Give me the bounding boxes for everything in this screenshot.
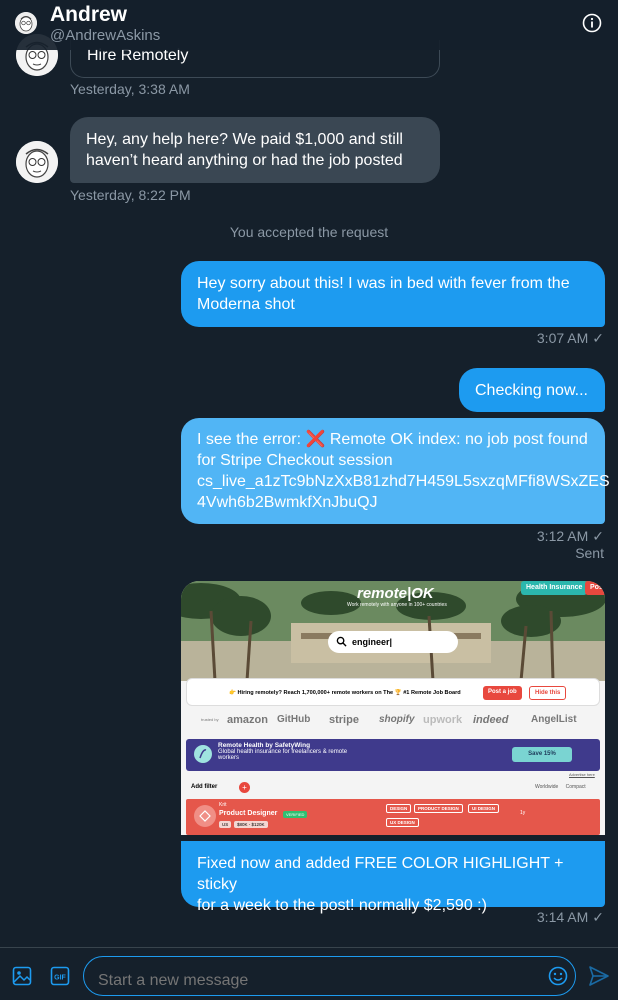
message-timestamp: 3:07 AM [536,330,589,346]
job-age: 1y [520,810,526,816]
compact-toggle: Compact [565,784,586,790]
message-text-line: Fixed now and added FREE COLOR HIGHLIGHT… [197,855,564,893]
job-tag: UI DESIGN [468,804,500,813]
hiring-banner: 👉 Hiring remotely? Reach 1,700,000+ remo… [186,678,600,706]
message-timestamp: Yesterday, 3:38 AM [70,81,190,97]
post-tag: Post [585,581,605,595]
post-job-button: Post a job [483,686,522,700]
outgoing-message[interactable]: Hey sorry about this! I was in bed with … [181,261,605,327]
emoji-icon[interactable] [548,966,568,986]
hiring-text: 👉 Hiring remotely? Reach 1,700,000+ remo… [229,690,461,696]
message-text-line: I see the error: ❌ Remote OK index: no j… [197,431,588,448]
message-text-line: Moderna shot [197,296,295,313]
trusted-logos: trusted by amazon GitHub stripe shopify … [201,712,601,730]
avatar-illustration-icon [15,12,37,34]
image-tagline: Work remotely with anyone in 100+ countr… [347,602,447,608]
message-timestamp: Yesterday, 8:22 PM [70,187,191,203]
verified-badge: VERIFIED [283,811,308,818]
outgoing-message[interactable]: I see the error: ❌ Remote OK index: no j… [181,418,610,524]
conversation-header: Andrew @AndrewAskins [0,0,618,50]
image-icon[interactable] [12,966,32,986]
company-logo: indeed [473,714,509,726]
system-message: You accepted the request [229,224,389,240]
job-tag: UX DESIGN [386,818,419,827]
company-logo: upwork [423,714,463,726]
incoming-message[interactable]: Hey, any help here? We paid $1,000 and s… [70,117,440,183]
message-status: Sent [575,545,604,561]
company-logo: shopify [379,714,415,725]
send-icon[interactable] [588,965,610,987]
outgoing-message[interactable]: Fixed now and added FREE COLOR HIGHLIGHT… [181,841,605,914]
company-logo: stripe [329,714,359,726]
trusted-by-label: trusted by [201,717,219,722]
worldwide-toggle: Worldwide [535,784,559,790]
add-filter-label: Add filter [191,784,218,790]
contact-name[interactable]: Andrew [50,3,127,27]
add-filter-plus-icon: + [239,782,250,793]
message-text-line: Hey sorry about this! I was in bed with … [197,275,570,292]
job-title: Product Designer [219,810,278,817]
message-text-line: 4Vwh6b2BwmkfXnJbuQJ [197,494,378,511]
message-input[interactable] [83,956,576,996]
message-meta: 3:14 AM ✓ [400,909,604,926]
job-location: US [219,821,232,828]
message-text-line: haven’t heard anything or had the job po… [86,152,403,169]
message-meta: 3:12 AM ✓ [400,528,604,545]
avatar-illustration-icon [16,141,58,183]
safetywing-ad: Remote Health by SafetyWing Global healt… [186,739,600,771]
remoteok-logo: remote|OK [357,585,434,602]
info-icon[interactable] [582,13,602,33]
company-logo: GitHub [277,714,311,725]
attached-image[interactable]: remote|OK Work remotely with anyone in 1… [181,581,605,835]
checkmark-icon: ✓ [592,528,604,544]
job-salary: $80K - $120K [234,821,268,828]
message-timestamp: 3:14 AM [536,909,589,925]
job-company: Krit [219,802,227,808]
health-insurance-tag: Health Insurance [521,581,588,595]
message-composer: GIF [0,947,618,1000]
contact-handle[interactable]: @AndrewAskins [50,27,160,44]
checkmark-icon: ✓ [592,330,604,346]
company-logo-icon [194,805,216,827]
image-search-box: engineer| [328,631,458,653]
job-tag: DESIGN [386,804,412,813]
header-avatar[interactable] [15,12,37,34]
hide-this-button: Hide this [529,686,567,700]
job-row: Krit Product Designer VERIFIED US $80K -… [186,799,600,835]
gif-icon[interactable]: GIF [50,966,70,986]
search-value: engineer| [352,637,393,647]
job-tag: PRODUCT DESIGN [414,804,463,813]
filter-toggles: Worldwide Compact [535,784,586,790]
message-timestamp: 3:12 AM [536,528,589,544]
message-text-line: for Stripe Checkout session [197,452,393,469]
message-text-line: Checking now... [475,382,588,399]
company-logo: AngelList [531,714,577,725]
message-text-line: Hey, any help here? We paid $1,000 and s… [86,131,403,148]
safetywing-icon [194,745,212,763]
outgoing-message[interactable]: Checking now... [459,368,605,412]
contact-avatar[interactable] [16,141,58,183]
save-button: Save 15% [512,747,572,762]
advertise-link: Advertise here [569,772,595,777]
message-meta: 3:07 AM ✓ [400,330,604,347]
search-icon [336,636,347,647]
message-text-line: cs_live_a1zTc9bNzXxB81zhd7H459L5sxzqMFfi… [197,473,610,490]
checkmark-icon: ✓ [592,909,604,925]
svg-text:GIF: GIF [54,975,66,982]
company-logo: amazon [227,714,268,726]
